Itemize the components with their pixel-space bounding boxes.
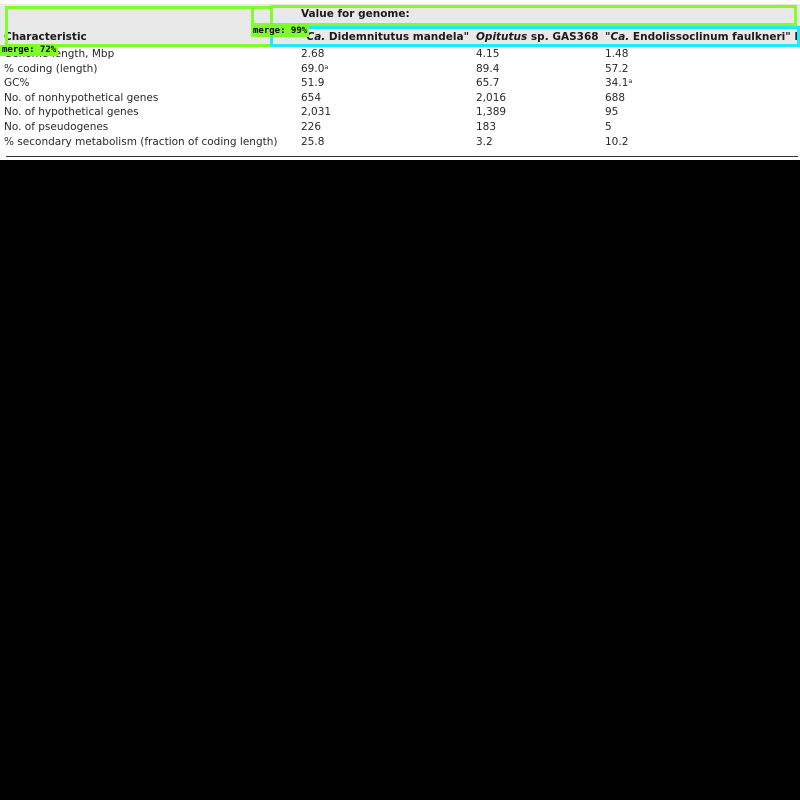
cell-genome-3: 10.2 <box>605 135 628 149</box>
cell-genome-2-value: 2,016 <box>476 92 507 104</box>
genome-table: Value for genome: Characteristic "Ca. Di… <box>0 0 800 160</box>
cell-genome-3: 688 <box>605 91 625 105</box>
row-label-value: % secondary metabolism (fraction of codi… <box>4 136 278 148</box>
cell-genome-2: 2,016 <box>476 91 506 105</box>
row-label-value: % coding (length) <box>4 63 98 75</box>
cell-genome-2-value: 1,389 <box>476 106 507 118</box>
cell-genome-1: 2.68 <box>301 47 324 61</box>
row-label: No. of pseudogenes <box>4 120 108 134</box>
cell-genome-3: 34.1a <box>605 76 632 90</box>
overlay-tag-merge-99: merge: 99% <box>251 26 310 37</box>
cell-genome-1-value: 2.68 <box>301 48 325 60</box>
footnote-marker: a <box>628 77 633 85</box>
cell-genome-2-value: 183 <box>476 121 497 133</box>
row-label-value: No. of pseudogenes <box>4 121 109 133</box>
cell-genome-1-value: 51.9 <box>301 77 325 89</box>
cell-genome-2: 3.2 <box>476 135 493 149</box>
cell-genome-2-value: 65.7 <box>476 77 500 89</box>
cell-genome-1-value: 226 <box>301 121 322 133</box>
cell-genome-1-value: 25.8 <box>301 136 325 148</box>
empty-black-area <box>0 160 800 800</box>
row-label: No. of nonhypothetical genes <box>4 91 158 105</box>
cell-genome-2: 1,389 <box>476 105 506 119</box>
row-label: GC% <box>4 76 29 90</box>
cell-genome-2-value: 3.2 <box>476 136 493 148</box>
row-label: No. of hypothetical genes <box>4 105 139 119</box>
cell-genome-3-value: 5 <box>605 121 612 133</box>
cell-genome-1: 25.8 <box>301 135 324 149</box>
row-label: % coding (length) <box>4 62 97 76</box>
column-header-genome-1: "Ca. Didemnitutus mandela" <box>301 31 470 43</box>
cell-genome-1: 226 <box>301 120 321 134</box>
row-label-value: No. of nonhypothetical genes <box>4 92 159 104</box>
cell-genome-3-value: 688 <box>605 92 626 104</box>
cell-genome-3-value: 1.48 <box>605 48 629 60</box>
cell-genome-3-value: 34.1 <box>605 77 629 89</box>
cell-genome-1: 654 <box>301 91 321 105</box>
cell-genome-2-value: 4.15 <box>476 48 500 60</box>
cell-genome-3: 5 <box>605 120 612 134</box>
group-header: Value for genome: <box>301 8 410 20</box>
cell-genome-1: 69.0a <box>301 62 328 76</box>
cell-genome-3-value: 10.2 <box>605 136 629 148</box>
row-label-value: GC% <box>4 77 30 89</box>
column-header-characteristic: Characteristic <box>4 31 87 43</box>
row-label: % secondary metabolism (fraction of codi… <box>4 135 278 149</box>
row-label-value: No. of hypothetical genes <box>4 106 139 118</box>
table-bottom-rule <box>6 156 798 157</box>
cell-genome-3-value: 57.2 <box>605 63 629 75</box>
cell-genome-2: 183 <box>476 120 496 134</box>
cell-genome-1: 51.9 <box>301 76 324 90</box>
cell-genome-3: 57.2 <box>605 62 628 76</box>
cell-genome-3: 95 <box>605 105 618 119</box>
cell-genome-2: 65.7 <box>476 76 499 90</box>
column-header-genome-3: "Ca. Endolissoclinum faulkneri" L2 <box>605 31 800 43</box>
footnote-marker: a <box>324 63 329 71</box>
cell-genome-1-value: 2,031 <box>301 106 332 118</box>
cell-genome-1-value: 654 <box>301 92 322 104</box>
cell-genome-3-value: 95 <box>605 106 619 118</box>
cell-genome-2: 89.4 <box>476 62 499 76</box>
cell-genome-1-value: 69.0 <box>301 63 325 75</box>
cell-genome-2-value: 89.4 <box>476 63 500 75</box>
cell-genome-3: 1.48 <box>605 47 628 61</box>
cell-genome-1: 2,031 <box>301 105 331 119</box>
overlay-tag-merge-72: merge: 72% <box>0 45 59 56</box>
cell-genome-2: 4.15 <box>476 47 499 61</box>
column-header-genome-2: Opitutus sp. GAS368 <box>476 31 599 43</box>
